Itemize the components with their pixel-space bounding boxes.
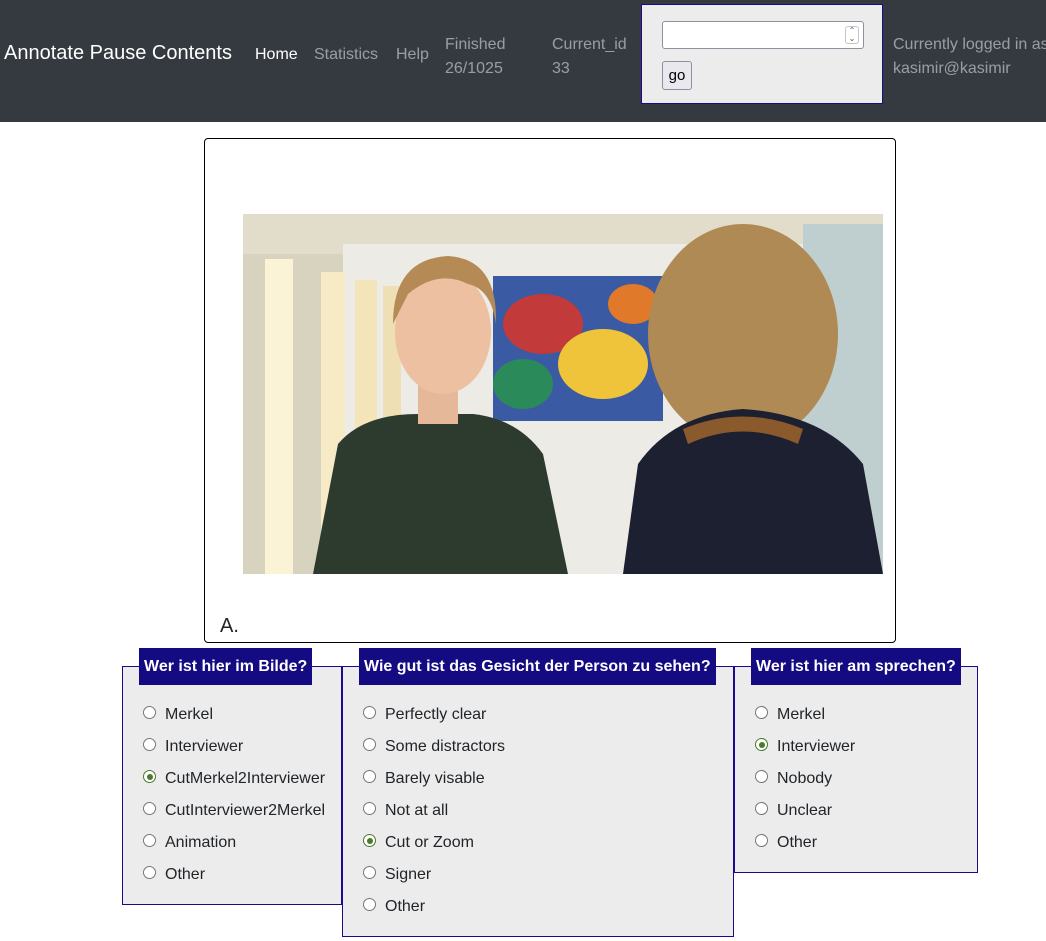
radio-button[interactable] [143,706,156,720]
option-label: Signer [385,866,432,883]
nav-link-help[interactable]: Help [396,46,429,64]
spinner-down-icon[interactable]: ⌄ [846,35,858,43]
radio-button[interactable] [755,770,768,784]
radio-button[interactable] [143,834,156,848]
option-cut-or-zoom[interactable]: Cut or Zoom [363,833,474,853]
option-some-distractors[interactable]: Some distractors [363,737,505,757]
option-barely-visable[interactable]: Barely visable [363,769,485,789]
current-id-label: Current_id [552,36,627,53]
option-label: Other [165,866,206,883]
option-label: Other [777,834,818,851]
option-label: Nobody [777,770,833,787]
question-panel-who-in-picture: Wer ist hier im Bilde? Merkel Interviewe… [122,648,342,905]
current-id-display: Current_id 33 [552,33,627,81]
navbar: Annotate Pause Contents Home Statistics … [0,0,1046,122]
radio-button-checked[interactable] [143,770,156,784]
option-not-at-all[interactable]: Not at all [363,801,448,821]
option-other[interactable]: Other [363,897,425,917]
radio-button[interactable] [363,802,376,816]
video-frame[interactable] [243,214,883,574]
option-cutmerkel2interviewer[interactable]: CutMerkel2Interviewer [143,769,325,789]
radio-button[interactable] [755,802,768,816]
video-card: A. [204,138,896,643]
jump-to-id-form: ⌃ ⌄ go [641,4,883,104]
finished-counter: Finished 26/1025 [445,33,505,81]
nav-link-home[interactable]: Home [255,46,298,64]
radio-button-checked[interactable] [755,738,768,752]
option-other[interactable]: Other [755,833,817,853]
option-other[interactable]: Other [143,865,205,885]
option-merkel[interactable]: Merkel [755,705,825,725]
radio-button[interactable] [363,898,376,912]
option-nobody[interactable]: Nobody [755,769,832,789]
finished-label: Finished [445,36,506,53]
option-label: Cut or Zoom [385,834,474,851]
option-animation[interactable]: Animation [143,833,236,853]
login-status-label: Currently logged in as [893,36,1046,53]
option-interviewer[interactable]: Interviewer [143,737,243,757]
radio-button[interactable] [755,834,768,848]
radio-button[interactable] [755,706,768,720]
option-cutinterviewer2merkel[interactable]: CutInterviewer2Merkel [143,801,325,821]
video-still-image [243,214,883,574]
question-title: Wie gut ist das Gesicht der Person zu se… [359,648,716,685]
go-button[interactable]: go [662,61,692,90]
radio-button[interactable] [143,802,156,816]
login-status: Currently logged in as kasimir@kasimir [893,33,1046,81]
current-id-value: 33 [552,60,570,77]
option-signer[interactable]: Signer [363,865,431,885]
option-label: Barely visable [385,770,485,787]
option-perfectly-clear[interactable]: Perfectly clear [363,705,486,725]
number-spinner[interactable]: ⌃ ⌄ [845,26,859,44]
radio-button[interactable] [363,866,376,880]
option-label: Animation [165,834,237,851]
login-username: kasimir@kasimir [893,60,1011,77]
option-label: Unclear [777,802,833,819]
id-number-input[interactable]: ⌃ ⌄ [662,21,864,49]
option-label: Merkel [777,706,826,723]
option-label: CutInterviewer2Merkel [165,802,326,819]
option-label: Some distractors [385,738,506,755]
question-title: Wer ist hier im Bilde? [139,648,313,685]
radio-button[interactable] [363,770,376,784]
option-label: Other [385,898,426,915]
radio-button-checked[interactable] [363,834,376,848]
radio-button[interactable] [143,738,156,752]
question-panel-who-speaking: Wer ist hier am sprechen? Merkel Intervi… [734,648,978,873]
radio-button[interactable] [363,738,376,752]
option-interviewer[interactable]: Interviewer [755,737,855,757]
radio-button[interactable] [363,706,376,720]
option-label: Interviewer [165,738,244,755]
option-unclear[interactable]: Unclear [755,801,832,821]
option-merkel[interactable]: Merkel [143,705,213,725]
option-label: Interviewer [777,738,856,755]
frame-label: A. [220,615,239,637]
brand-title[interactable]: Annotate Pause Contents [4,42,232,65]
option-label: Merkel [165,706,214,723]
finished-value: 26/1025 [445,60,503,77]
question-title: Wer ist hier am sprechen? [751,648,961,685]
radio-button[interactable] [143,866,156,880]
nav-link-statistics[interactable]: Statistics [314,46,378,64]
option-label: Perfectly clear [385,706,487,723]
question-panel-face-visibility: Wie gut ist das Gesicht der Person zu se… [342,648,734,937]
option-label: Not at all [385,802,449,819]
option-label: CutMerkel2Interviewer [165,770,326,787]
